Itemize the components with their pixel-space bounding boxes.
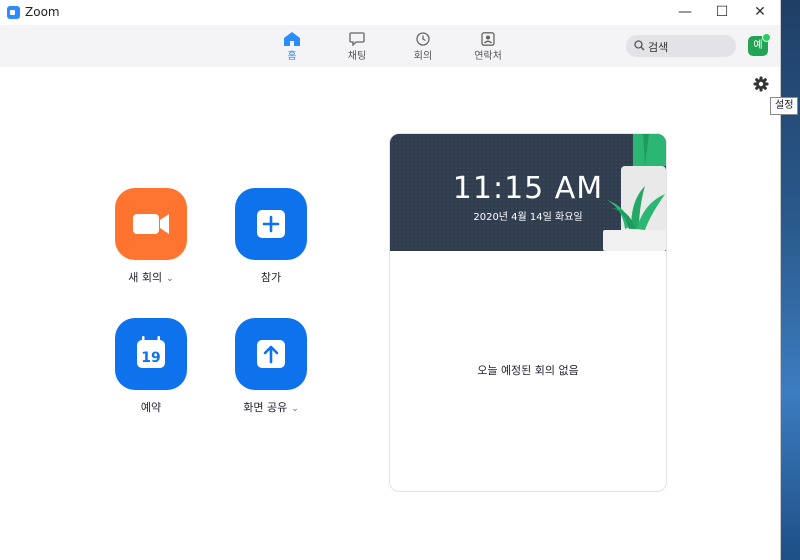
settings-tooltip: 설정	[770, 97, 799, 115]
clock-icon	[416, 32, 430, 46]
upcoming-meetings-card: 11:15 AM 2020년 4월 14일 화요일 오늘 예정된 회의 없음	[389, 133, 667, 492]
chevron-down-icon[interactable]: ⌄	[166, 274, 174, 284]
search-icon	[634, 40, 645, 51]
tab-meetings[interactable]: 회의	[393, 29, 453, 63]
tab-chat[interactable]: 채팅	[327, 29, 387, 63]
window-title: Zoom	[25, 5, 60, 19]
new-meeting-text: 새 회의	[128, 271, 163, 284]
home-icon	[284, 32, 300, 46]
share-screen-button[interactable]	[235, 318, 307, 390]
chat-icon	[349, 32, 365, 46]
join-button[interactable]	[235, 188, 307, 260]
calendar-icon: 19	[137, 336, 165, 368]
tab-home-label: 홈	[287, 51, 297, 62]
clock-header: 11:15 AM 2020년 4월 14일 화요일	[390, 134, 666, 251]
contacts-icon	[481, 32, 495, 46]
schedule-label: 예약	[140, 401, 162, 414]
desktop-background	[780, 0, 800, 560]
schedule-button[interactable]: 19	[115, 318, 187, 390]
tab-meetings-label: 회의	[413, 51, 433, 62]
tab-contacts[interactable]: 연락처	[458, 29, 518, 63]
new-meeting-label[interactable]: 새 회의 ⌄	[81, 269, 221, 285]
zoom-logo-icon	[7, 6, 20, 19]
video-camera-icon	[133, 214, 169, 234]
zoom-window: Zoom — ☐ ✕ 홈 채팅 회의 연락처 검색 예 설정 새 회의 ⌄ 참가…	[0, 0, 799, 560]
share-screen-label[interactable]: 화면 공유 ⌄	[201, 399, 341, 415]
tab-home[interactable]: 홈	[262, 29, 322, 63]
presence-status-icon	[762, 33, 771, 42]
tab-chat-label: 채팅	[347, 51, 367, 62]
gear-icon[interactable]	[753, 76, 769, 92]
join-label: 참가	[260, 271, 282, 284]
chevron-down-icon[interactable]: ⌄	[291, 404, 299, 414]
new-meeting-button[interactable]	[115, 188, 187, 260]
no-meetings-message: 오늘 예정된 회의 없음	[477, 364, 579, 377]
minimize-button[interactable]: —	[668, 0, 702, 25]
search-input[interactable]: 검색	[626, 35, 736, 57]
current-date: 2020년 4월 14일 화요일	[473, 212, 583, 223]
tab-contacts-label: 연락처	[474, 51, 502, 62]
plus-icon	[257, 210, 285, 238]
share-screen-icon	[257, 340, 285, 368]
search-placeholder: 검색	[648, 41, 669, 54]
top-nav: 홈 채팅 회의 연락처 검색 예	[0, 25, 780, 67]
current-time: 11:15 AM	[452, 171, 604, 206]
maximize-button[interactable]: ☐	[705, 0, 739, 25]
share-screen-text: 화면 공유	[243, 401, 288, 414]
calendar-day-number: 19	[141, 350, 160, 366]
close-button[interactable]: ✕	[743, 0, 777, 25]
title-bar: Zoom — ☐ ✕	[0, 0, 780, 25]
